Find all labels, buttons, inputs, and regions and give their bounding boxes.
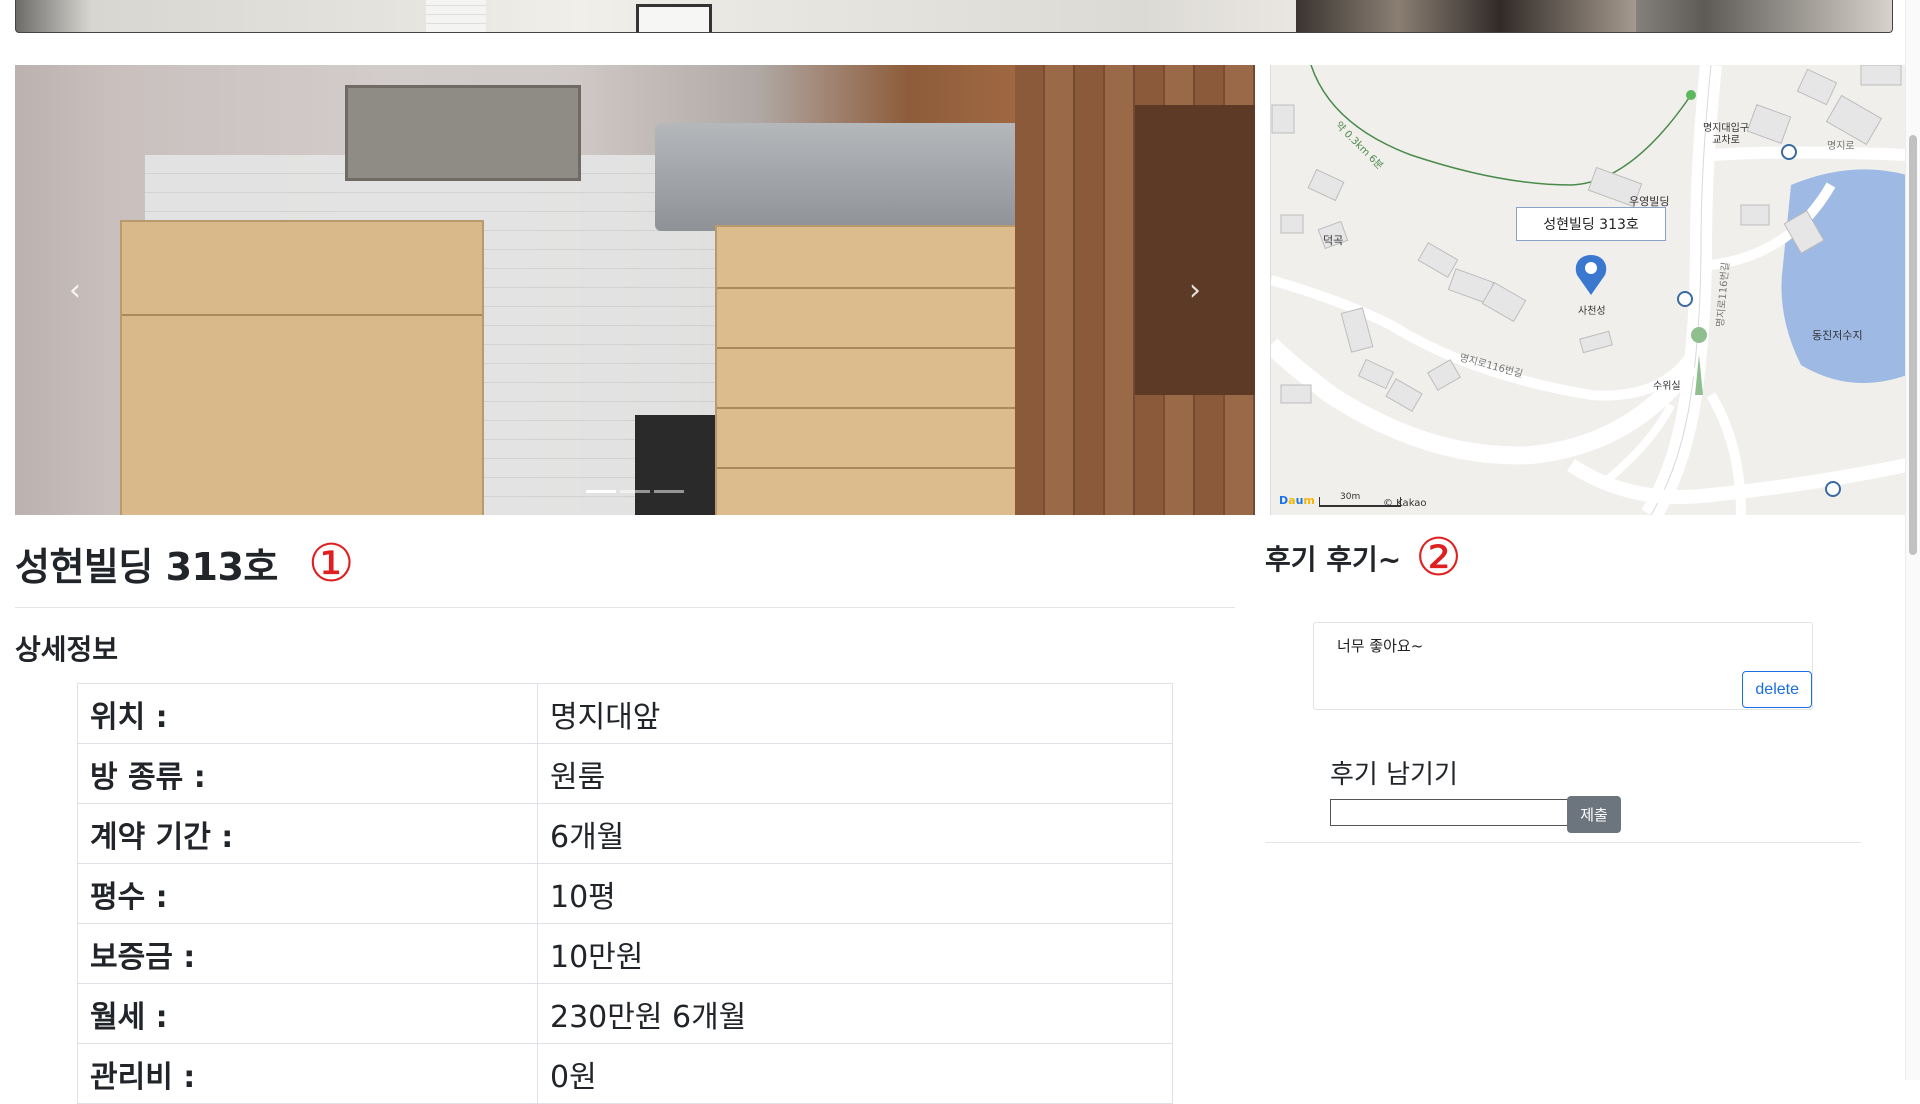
photo-detail: [636, 4, 712, 32]
photo-sink: [635, 415, 715, 515]
room-title: 성현빌딩 313호: [15, 545, 278, 589]
map-label-building: 우영빌딩: [1629, 195, 1670, 208]
detail-value: 10평: [537, 863, 1173, 924]
review-title-row: 후기 후기~ ②: [1265, 532, 1462, 584]
carousel-prev-button[interactable]: ‹: [15, 65, 135, 515]
delete-review-button[interactable]: delete: [1742, 671, 1812, 708]
review-text: 너무 좋아요~: [1337, 637, 1424, 655]
room-photo-carousel[interactable]: ‹ ›: [15, 65, 1255, 515]
divider: [15, 607, 1235, 608]
carousel-indicator[interactable]: [654, 490, 684, 493]
detail-value: 원룸: [537, 743, 1173, 804]
annotation-marker-2: ②: [1415, 528, 1462, 588]
table-row: 월세 : 230만원 6개월: [77, 983, 1173, 1044]
carousel-indicator[interactable]: [620, 490, 650, 493]
map-label-place: 수위실: [1653, 381, 1681, 392]
detail-key: 계약 기간 :: [77, 803, 538, 864]
table-row: 방 종류 : 원룸: [77, 743, 1173, 804]
map-label-junction: 명지대입구 교차로: [1703, 123, 1749, 146]
detail-value: 230만원 6개월: [537, 983, 1173, 1044]
previous-photo-strip: [15, 0, 1893, 33]
table-row: 보증금 : 10만원: [77, 923, 1173, 984]
detail-key: 위치 :: [77, 683, 538, 744]
map-label-reservoir: 동진저수지: [1812, 329, 1863, 342]
photo-fridge: [655, 123, 1050, 231]
map-copyright: © Kakao: [1383, 498, 1427, 509]
room-title-row: 성현빌딩 313호 ①: [15, 536, 354, 591]
carousel-indicator[interactable]: [586, 490, 616, 493]
map-label-place: 덕곡: [1323, 234, 1344, 247]
review-input[interactable]: [1330, 799, 1570, 826]
submit-review-button[interactable]: 제출: [1567, 796, 1621, 833]
table-row: 관리비 : 0원: [77, 1043, 1173, 1104]
detail-key: 평수 :: [77, 863, 538, 924]
annotation-marker-1: ①: [307, 533, 355, 594]
chevron-left-icon: ‹: [69, 272, 81, 308]
detail-value: 0원: [537, 1043, 1173, 1104]
detail-value: 10만원: [537, 923, 1173, 984]
map-label-place: 사천성: [1578, 306, 1606, 317]
carousel-next-button[interactable]: ›: [1135, 65, 1255, 515]
detail-key: 방 종류 :: [77, 743, 538, 804]
table-row: 평수 : 10평: [77, 863, 1173, 924]
scrollbar-thumb[interactable]: [1909, 135, 1917, 555]
map-road-label: 명지로: [1827, 141, 1855, 152]
detail-table: 위치 : 명지대앞 방 종류 : 원룸 계약 기간 : 6개월 평수 : 10평…: [77, 683, 1173, 1104]
map-canvas: [1271, 65, 1907, 515]
photo-cabinet: [715, 225, 1024, 515]
page-scrollbar[interactable]: [1905, 0, 1920, 1080]
divider: [1265, 842, 1861, 843]
photo-detail: [1296, 0, 1636, 32]
photo-detail: [426, 0, 486, 32]
location-map[interactable]: 성현빌딩 313호 명지대입구 교차로 우영빌딩 덕곡 사천성 동진저수지 수위…: [1270, 65, 1907, 515]
map-brand-logo: Daum: [1279, 494, 1315, 507]
write-review-title: 후기 남기기: [1330, 760, 1458, 790]
detail-value: 명지대앞: [537, 683, 1173, 744]
carousel-indicators: [15, 490, 1255, 493]
review-card: 너무 좋아요~ delete: [1313, 622, 1813, 710]
review-section-title: 후기 후기~: [1265, 543, 1402, 576]
map-marker-infobox[interactable]: 성현빌딩 313호: [1516, 207, 1666, 241]
detail-key: 월세 :: [77, 983, 538, 1044]
detail-key: 보증금 :: [77, 923, 538, 984]
detail-key: 관리비 :: [77, 1043, 538, 1104]
detail-section-title: 상세정보: [15, 633, 119, 666]
photo-door: [345, 85, 581, 181]
table-row: 위치 : 명지대앞: [77, 683, 1173, 744]
detail-value: 6개월: [537, 803, 1173, 864]
chevron-right-icon: ›: [1189, 272, 1201, 308]
photo-cabinet: [120, 220, 484, 515]
table-row: 계약 기간 : 6개월: [77, 803, 1173, 864]
